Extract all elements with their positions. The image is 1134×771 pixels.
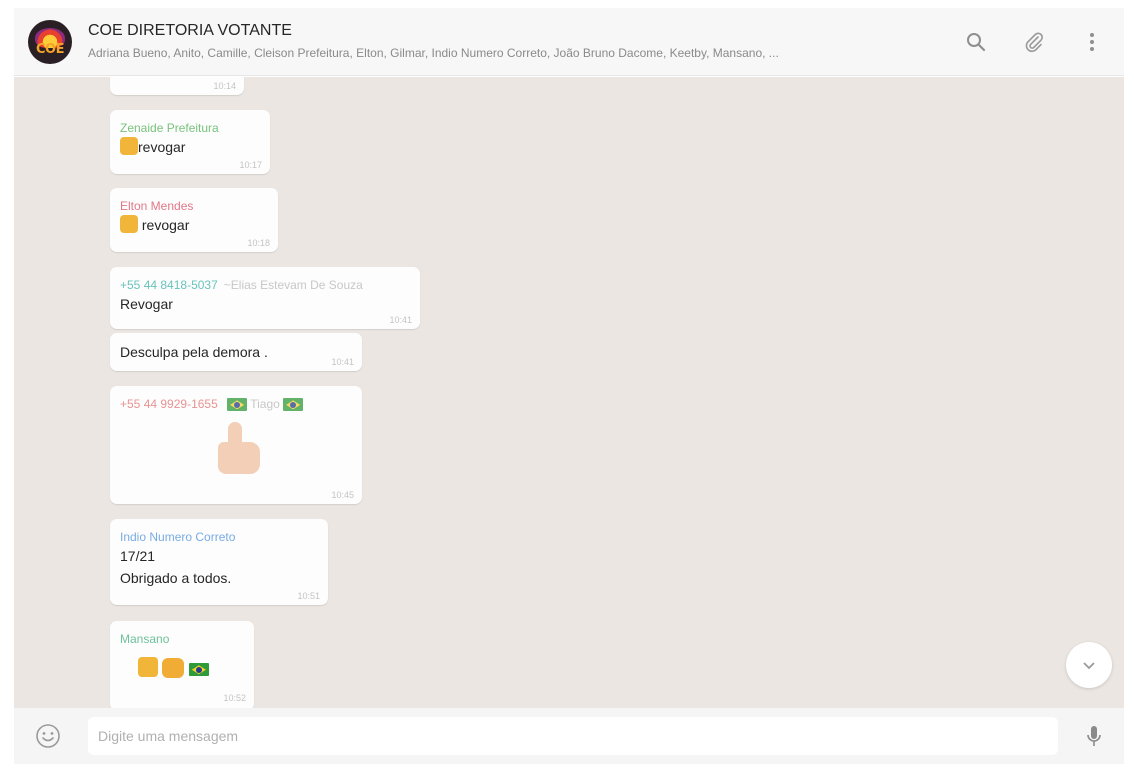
message-sender[interactable]: +55 44 9929-1655 [120, 397, 218, 411]
message-bubble[interactable]: Indio Numero Correto 17/21 Obrigado a to… [110, 519, 328, 605]
thumbs-up-icon [120, 215, 138, 233]
chevron-down-icon [1083, 662, 1095, 670]
message-sender-alias: Tiago [227, 397, 304, 412]
message-sender[interactable]: Elton Mendes [120, 198, 268, 214]
message-bubble[interactable]: +55 44 8418-5037 ~Elias Estevam De Souza … [110, 267, 420, 329]
message-emojis [120, 657, 244, 679]
message-bubble[interactable]: Elton Mendes revogar 10:18 [110, 188, 278, 252]
message-list[interactable]: 10:14 Zenaide Prefeitura revogar 10:17 E… [14, 77, 1124, 708]
chat-title: COE DIRETORIA VOTANTE [88, 22, 292, 39]
attach-button[interactable] [1012, 22, 1056, 62]
message-sender[interactable]: Mansano [120, 631, 244, 647]
voice-message-button[interactable] [1074, 716, 1114, 756]
avatar-logo-text: COE [36, 42, 64, 57]
message-text-line: Obrigado a todos. [120, 570, 232, 586]
message-sender[interactable]: +55 44 8418-5037 [120, 278, 218, 292]
message-bubble[interactable]: Mansano 10:52 [110, 621, 254, 708]
message-time: 10:14 [213, 81, 236, 91]
message-time: 10:41 [331, 357, 354, 367]
message-time: 10:52 [223, 693, 246, 703]
brazil-flag-icon [283, 398, 304, 412]
message-sender-row: +55 44 9929-1655 Tiago [120, 396, 352, 412]
paperclip-icon [1025, 32, 1043, 52]
thumbs-up-icon [120, 137, 138, 155]
message-time: 10:51 [297, 591, 320, 601]
message-time: 10:41 [389, 315, 412, 325]
message-sender[interactable]: Indio Numero Correto [120, 529, 318, 545]
thumbs-up-palm [218, 442, 260, 474]
search-button[interactable] [954, 22, 998, 62]
message-text: Revogar [120, 296, 173, 312]
message-bubble[interactable]: +55 44 9929-1655 Tiago 10:45 [110, 386, 362, 504]
message-text: revogar [141, 217, 190, 233]
message-text-row: revogar [120, 136, 260, 158]
message-sender-alias-text: Tiago [250, 397, 280, 411]
smiley-icon [36, 724, 60, 748]
chat-header: COE COE DIRETORIA VOTANTE Adriana Bueno,… [14, 8, 1124, 76]
message-sender-row: +55 44 8418-5037 ~Elias Estevam De Souza [120, 277, 410, 293]
message-text-line: 17/21 [120, 548, 156, 564]
emoji-button[interactable] [28, 716, 68, 756]
message-input[interactable] [88, 717, 1058, 755]
microphone-icon [1087, 726, 1101, 746]
message-sender-alias: ~Elias Estevam De Souza [223, 278, 363, 292]
message-text: revogar [138, 139, 186, 155]
thumbs-up-icon [138, 657, 158, 677]
message-bubble[interactable]: 10:14 [110, 77, 244, 95]
message-time: 10:17 [239, 160, 262, 170]
brazil-flag-icon [188, 663, 209, 677]
scroll-to-bottom-button[interactable] [1066, 642, 1112, 688]
fist-bump-icon [162, 658, 185, 678]
message-bubble[interactable]: Zenaide Prefeitura revogar 10:17 [110, 110, 270, 174]
brazil-flag-icon [227, 398, 248, 412]
message-sender[interactable]: Zenaide Prefeitura [120, 120, 260, 136]
message-text: Desculpa pela demora . [120, 344, 268, 360]
message-bubble[interactable]: Desculpa pela demora . 10:41 [110, 333, 362, 371]
thumbs-up-sticker-icon [208, 420, 264, 476]
message-text-row: revogar [120, 214, 268, 236]
more-vertical-icon [1090, 32, 1094, 51]
message-composer [14, 708, 1124, 764]
menu-button[interactable] [1070, 22, 1114, 62]
search-icon [967, 32, 986, 51]
chat-members-list: Adriana Bueno, Anito, Camille, Cleison P… [88, 46, 779, 60]
header-actions [940, 22, 1114, 62]
message-time: 10:18 [247, 238, 270, 248]
group-avatar[interactable]: COE [28, 19, 72, 64]
chat-info[interactable]: COE DIRETORIA VOTANTE Adriana Bueno, Ani… [88, 21, 940, 62]
message-time: 10:45 [331, 490, 354, 500]
